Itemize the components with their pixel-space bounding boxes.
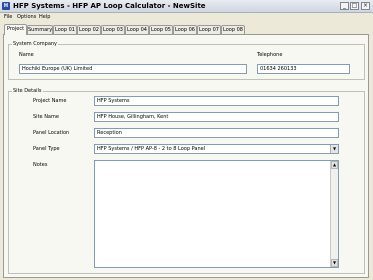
tab-project[interactable]: Project xyxy=(4,24,27,35)
panel-location-label: Panel Location xyxy=(33,130,70,136)
scroll-up-icon[interactable]: ▲ xyxy=(331,161,338,169)
site-name-field[interactable]: HFP House, Gillingham, Kent xyxy=(94,112,339,122)
menu-help[interactable]: Help xyxy=(39,14,50,21)
system-company-group-label: System Company xyxy=(12,41,59,47)
company-name-field[interactable]: Hochiki Europe (UK) Limited xyxy=(19,64,247,74)
project-name-label: Project Name xyxy=(33,98,67,104)
window-title: HFP Systems - HFP AP Loop Calculator - N… xyxy=(13,2,206,10)
notes-label: Notes xyxy=(33,162,48,168)
panel-type-dropdown[interactable]: HFP Systems / HFP AP-8 - 2 to 8 Loop Pan… xyxy=(94,144,339,154)
notes-scrollbar[interactable]: ▲ ▼ xyxy=(330,161,338,267)
telephone-field[interactable]: 01634 260133 xyxy=(257,64,350,74)
title-bar: H HFP Systems - HFP AP Loop Calculator -… xyxy=(0,0,373,13)
scroll-down-icon[interactable]: ▼ xyxy=(331,259,338,267)
dropdown-arrow-icon[interactable]: ▼ xyxy=(330,145,338,153)
notes-textarea[interactable]: ▲ ▼ xyxy=(94,160,339,268)
menu-file[interactable]: File xyxy=(4,14,12,21)
panel-location-field[interactable]: Reception xyxy=(94,128,339,138)
site-details-group-label: Site Details xyxy=(12,88,43,94)
close-button[interactable]: × xyxy=(361,2,370,10)
maximize-button[interactable]: □ xyxy=(350,2,359,10)
project-tab-panel: System Company Name Hochiki Europe (UK) … xyxy=(3,34,369,278)
panel-type-selected-value: HFP Systems / HFP AP-8 - 2 to 8 Loop Pan… xyxy=(97,146,206,152)
telephone-label: Telephone xyxy=(257,52,283,58)
site-name-label: Site Name xyxy=(33,114,59,120)
system-company-group xyxy=(8,44,365,80)
company-name-label: Name xyxy=(19,52,34,58)
menu-options[interactable]: Options xyxy=(17,14,36,21)
project-name-field[interactable]: HFP Systems xyxy=(94,96,339,106)
menu-bar: File Options Help xyxy=(0,13,373,22)
panel-type-label: Panel Type xyxy=(33,146,60,152)
app-icon: H xyxy=(2,2,10,10)
minimize-button[interactable]: _ xyxy=(340,2,349,10)
